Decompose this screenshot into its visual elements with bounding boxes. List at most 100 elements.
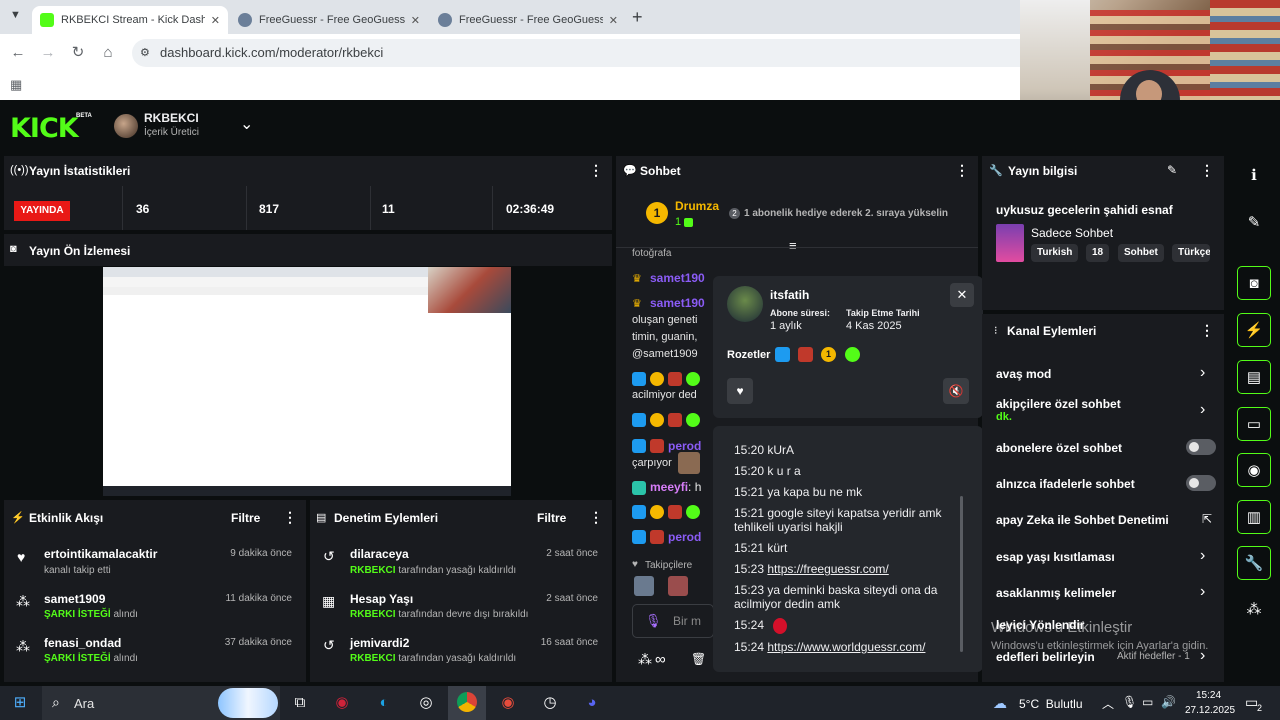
- clock-date[interactable]: 27.12.2025: [1185, 705, 1235, 716]
- kick-logo[interactable]: KICK: [10, 113, 79, 144]
- activity-menu-icon[interactable]: ⋮: [283, 509, 297, 526]
- close-tab-icon[interactable]: ✕: [609, 14, 618, 27]
- channel-actions-menu-icon[interactable]: ⋮: [1200, 322, 1214, 339]
- moderation-menu-icon[interactable]: ⋮: [589, 509, 603, 526]
- history-scrollbar[interactable]: [960, 496, 963, 652]
- stream-preview-video[interactable]: [103, 267, 511, 496]
- address-bar[interactable]: ⚙ dashboard.kick.com/moderator/rkbekci: [132, 39, 1020, 67]
- activity-username[interactable]: ertointikamalacaktir: [44, 547, 157, 561]
- stats-menu-icon[interactable]: ⋮: [589, 162, 603, 179]
- chevron-right-icon[interactable]: ›: [1200, 547, 1205, 565]
- trash-icon[interactable]: 🗑: [691, 652, 706, 666]
- edit-icon[interactable]: ✎: [1167, 163, 1177, 177]
- chat-menu-icon[interactable]: ⋮: [955, 162, 969, 179]
- user-avatar[interactable]: [727, 286, 763, 322]
- apps-icon[interactable]: ⁂: [1237, 593, 1271, 627]
- app-icon[interactable]: ◷: [538, 692, 562, 714]
- taskbar-search[interactable]: ⌕ Ara: [42, 686, 280, 720]
- favorite-button[interactable]: ♥: [727, 378, 753, 404]
- stream-tag[interactable]: Sohbet: [1118, 244, 1164, 262]
- microphone-icon[interactable]: 🎙: [645, 613, 662, 629]
- action-ai-moderation[interactable]: apay Zeka ile Sohbet Denetimi: [996, 513, 1169, 527]
- close-button[interactable]: ✕: [950, 283, 974, 307]
- pinned-username[interactable]: Drumza: [675, 199, 719, 213]
- site-info-icon[interactable]: ⚙: [140, 39, 150, 67]
- browser-tab-kick[interactable]: RKBEKCI Stream - Kick Dashbo ✕: [32, 6, 228, 34]
- browser-tab-freeguessr-1[interactable]: FreeGuessr - Free GeoGuessr A ✕: [230, 6, 428, 34]
- broadcast-icon[interactable]: ◉: [1237, 453, 1271, 487]
- action-followers-only[interactable]: akipçilere özel sohbet: [996, 397, 1121, 411]
- chat-username-text[interactable]: meeyfi: [650, 480, 688, 494]
- task-view-icon[interactable]: ⧉: [288, 692, 312, 714]
- clipboard-icon[interactable]: ▤: [1237, 360, 1271, 394]
- chevron-right-icon[interactable]: ›: [1200, 583, 1205, 601]
- stream-tag[interactable]: Türkçe: [1172, 244, 1210, 262]
- chat-username[interactable]: samet190: [650, 271, 705, 285]
- emotes-only-toggle[interactable]: [1186, 475, 1216, 491]
- external-link-icon[interactable]: ⇱: [1202, 512, 1212, 526]
- moderation-target[interactable]: Hesap Yaşı: [350, 592, 413, 606]
- clock-time[interactable]: 15:24: [1196, 690, 1221, 701]
- category-thumbnail[interactable]: [996, 224, 1024, 262]
- action-set-goals[interactable]: edefleri belirleyin: [996, 650, 1095, 664]
- reload-icon[interactable]: ↻: [68, 43, 88, 63]
- home-icon[interactable]: ⌂: [98, 43, 118, 63]
- chat-username[interactable]: perod: [668, 530, 701, 544]
- filter-icon[interactable]: ≡: [789, 238, 797, 253]
- app-icon[interactable]: ◉: [496, 692, 520, 714]
- mute-button[interactable]: 🔇: [943, 378, 969, 404]
- follower-avatar[interactable]: [668, 576, 688, 596]
- stream-info-menu-icon[interactable]: ⋮: [1200, 162, 1214, 179]
- weather-text[interactable]: 5°C Bulutlu: [1019, 697, 1083, 711]
- app-icon[interactable]: ◉: [330, 692, 354, 714]
- chat-username[interactable]: meeyfi: h: [650, 480, 701, 494]
- action-war-mode[interactable]: avaş mod: [996, 367, 1051, 381]
- moderation-target[interactable]: dilaraceya: [350, 547, 409, 561]
- chevron-right-icon[interactable]: ›: [1200, 364, 1205, 382]
- category-name[interactable]: Sadece Sohbet: [1031, 226, 1113, 240]
- chevron-right-icon[interactable]: ›: [1200, 401, 1205, 419]
- chat-settings-icon[interactable]: ⁂: [638, 651, 652, 668]
- app-icon[interactable]: ◎: [414, 692, 438, 714]
- follower-avatar[interactable]: [634, 576, 654, 596]
- pencil-icon[interactable]: ✎: [1237, 206, 1271, 240]
- action-account-age[interactable]: esap yaşı kısıtlaması: [996, 550, 1115, 564]
- apps-grid-icon[interactable]: ▦: [10, 77, 22, 93]
- app-icon[interactable]: ◕: [580, 692, 604, 714]
- message-icon[interactable]: ▭: [1237, 407, 1271, 441]
- activity-username[interactable]: samet1909: [44, 592, 105, 606]
- tray-chevron-icon[interactable]: ︿: [1102, 695, 1114, 712]
- windows-start-icon[interactable]: ⊞: [8, 692, 32, 714]
- browser-tab-freeguessr-2[interactable]: FreeGuessr - Free GeoGuessr A ✕: [430, 6, 626, 34]
- chat-username[interactable]: perod: [668, 439, 701, 453]
- subscribers-only-toggle[interactable]: [1186, 439, 1216, 455]
- stream-tag[interactable]: Turkish: [1031, 244, 1079, 262]
- back-icon[interactable]: ←: [8, 43, 28, 63]
- chevron-down-icon[interactable]: ⌄: [240, 114, 253, 134]
- close-tab-icon[interactable]: ✕: [211, 14, 220, 27]
- camera-focus-icon[interactable]: ◙: [1237, 266, 1271, 300]
- chrome-taskbar-button[interactable]: [448, 686, 486, 720]
- chat-input[interactable]: 🎙 Bir m: [632, 604, 714, 638]
- chat-username[interactable]: samet190: [650, 296, 705, 310]
- layout-icon[interactable]: ▥: [1237, 500, 1271, 534]
- close-tab-icon[interactable]: ✕: [411, 14, 420, 27]
- volume-icon[interactable]: 🔊: [1161, 695, 1176, 709]
- moderation-target[interactable]: jemivardi2: [350, 636, 409, 650]
- tab-list-chevron-icon[interactable]: ▼: [10, 9, 21, 21]
- message-link[interactable]: https://www.worldguessr.com/: [767, 640, 925, 654]
- microphone-icon[interactable]: 🎙: [1122, 695, 1137, 709]
- action-emotes-only[interactable]: alnızca ifadelerle sohbet: [996, 477, 1135, 491]
- new-tab-icon[interactable]: +: [632, 7, 643, 28]
- info-icon[interactable]: ℹ: [1237, 159, 1271, 193]
- moderation-filter-button[interactable]: Filtre: [537, 511, 566, 525]
- avatar[interactable]: [114, 114, 138, 138]
- lightning-icon[interactable]: ⚡: [1237, 313, 1271, 347]
- edge-browser-icon[interactable]: ◐: [372, 692, 396, 714]
- action-subscribers-only[interactable]: abonelere özel sohbet: [996, 441, 1122, 455]
- wrench-icon[interactable]: 🔧: [1237, 546, 1271, 580]
- stream-tag[interactable]: 18: [1086, 244, 1110, 262]
- infinity-icon[interactable]: ∞: [655, 651, 666, 668]
- action-banned-words[interactable]: asaklanmış kelimeler: [996, 586, 1116, 600]
- activity-username[interactable]: fenasi_ondad: [44, 636, 121, 650]
